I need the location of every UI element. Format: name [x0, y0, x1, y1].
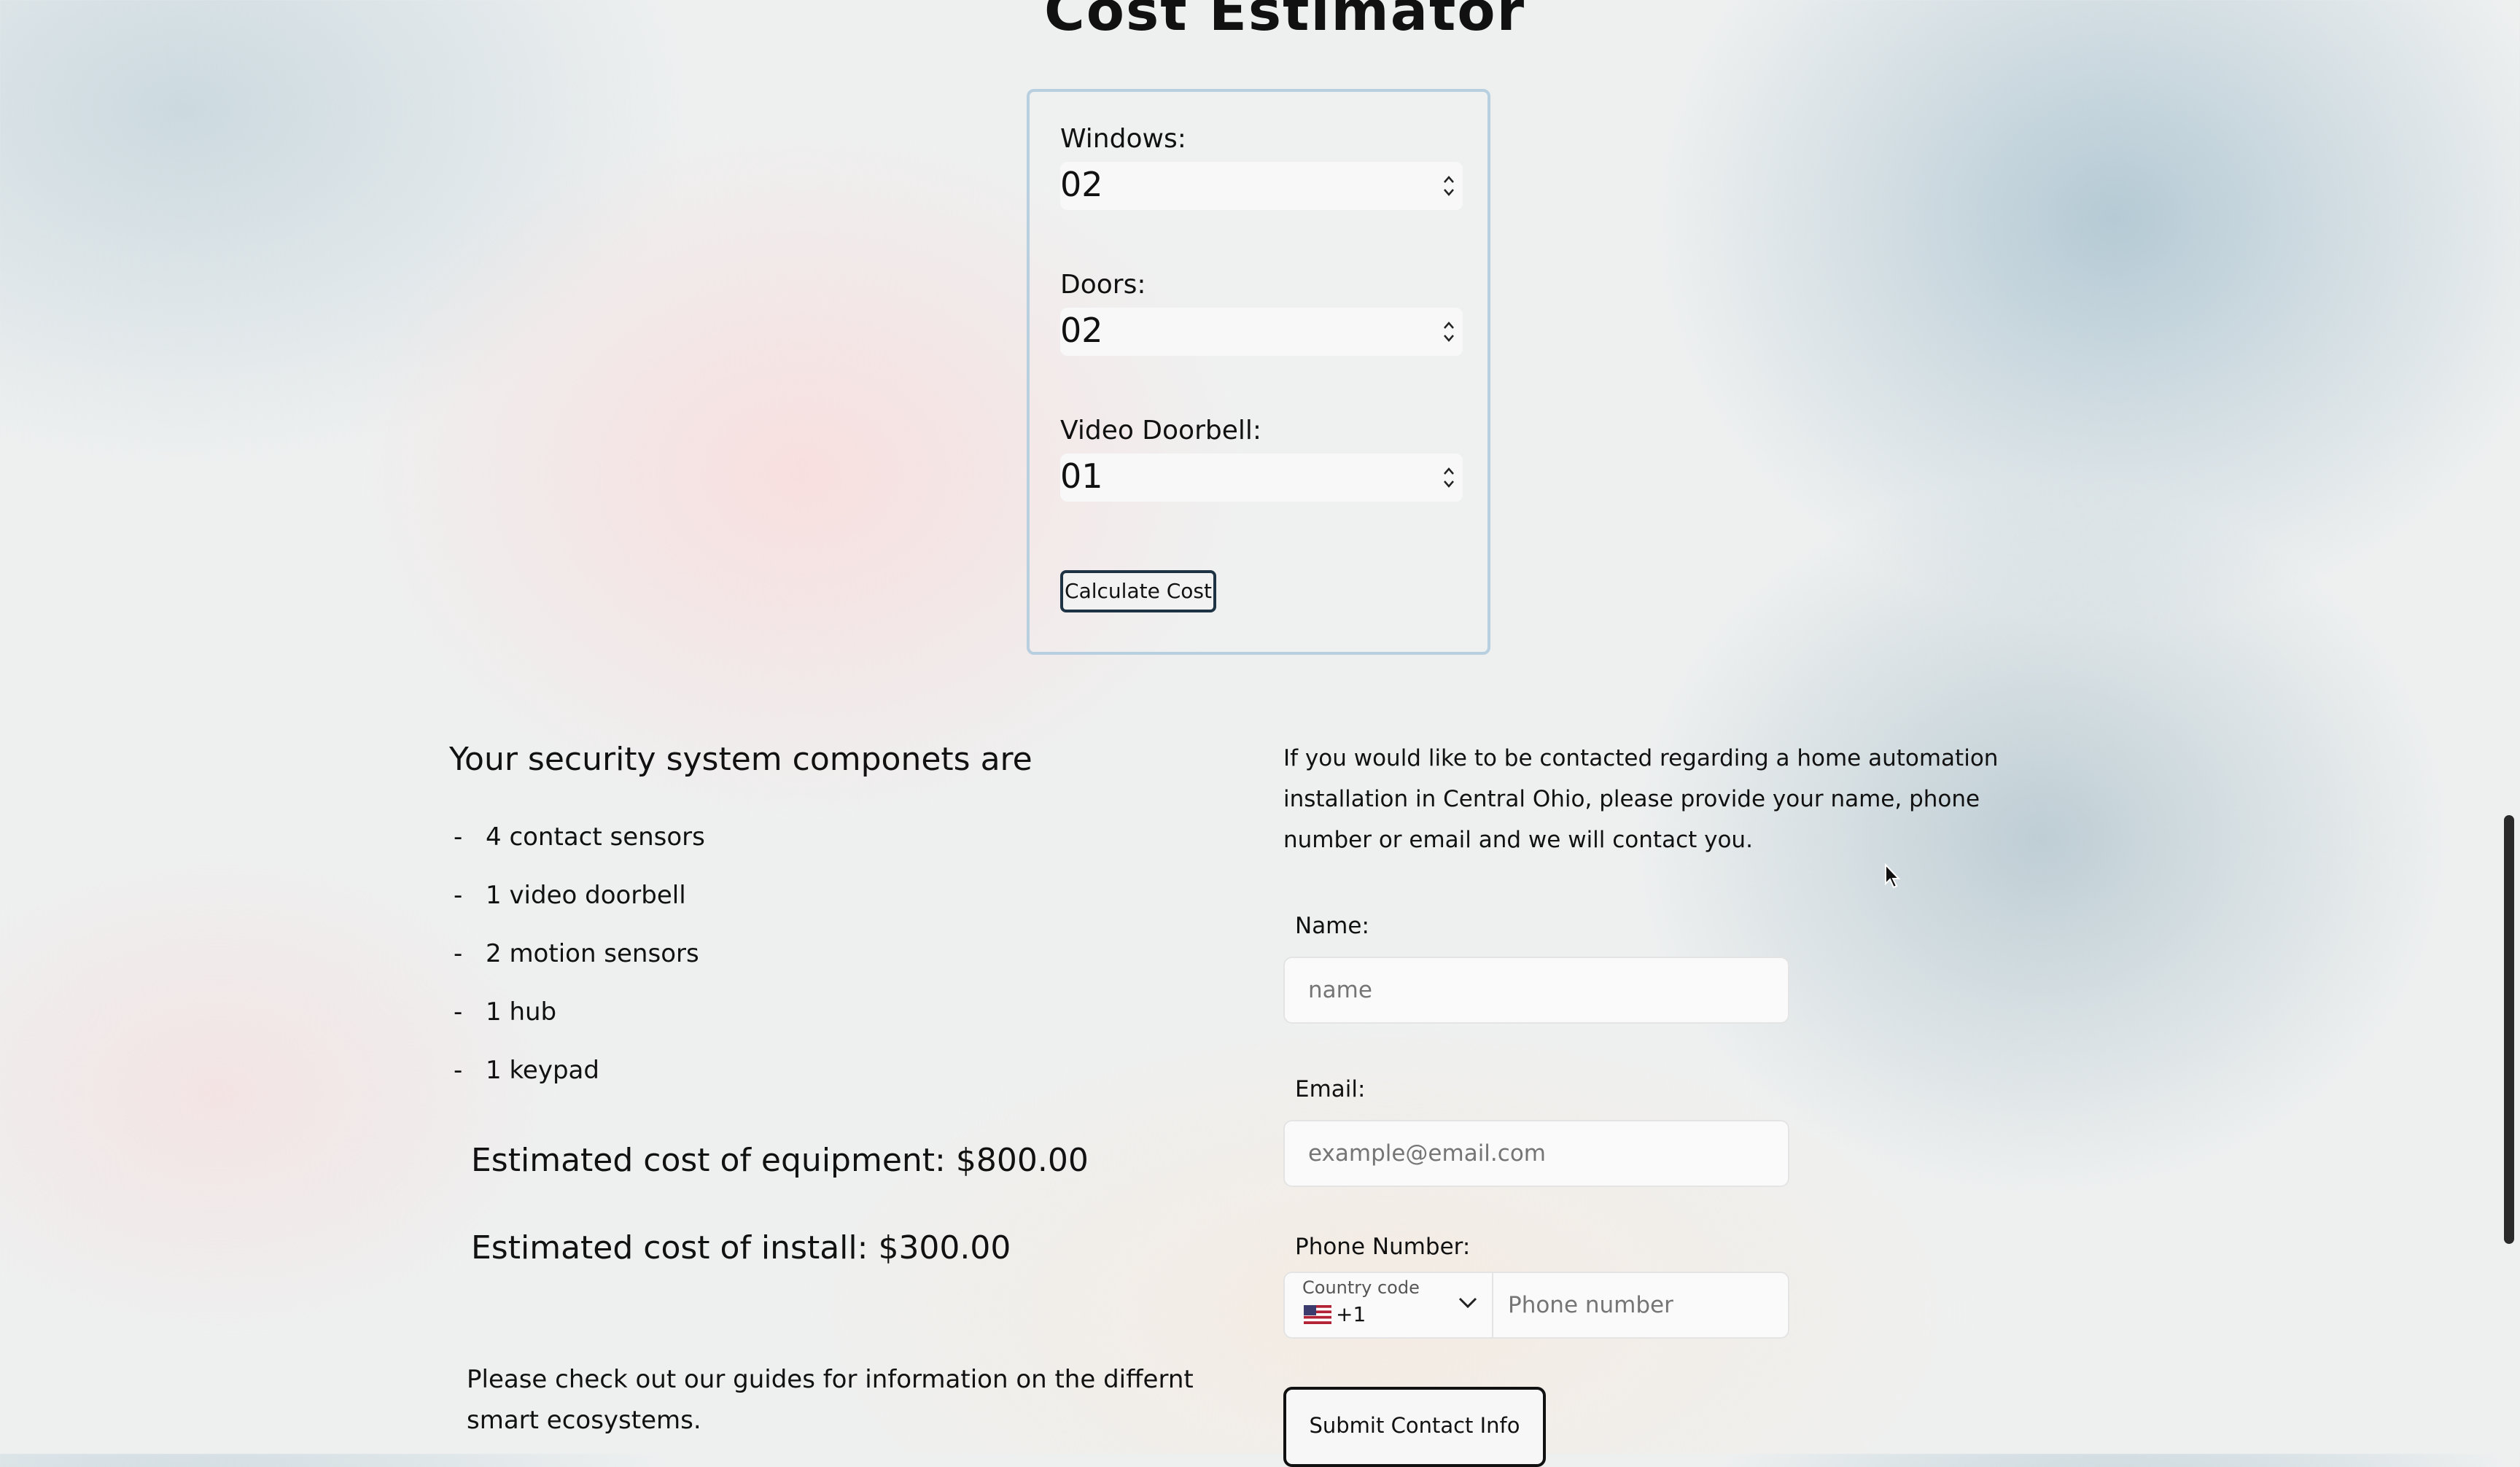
country-code-text: +1: [1336, 1302, 1366, 1326]
equipment-cost: Estimated cost of equipment: $800.00: [471, 1142, 1089, 1179]
submit-contact-button[interactable]: Submit Contact Info: [1283, 1387, 1546, 1467]
doors-label: Doors:: [1060, 270, 1146, 300]
video-doorbell-value: 01: [1060, 456, 1103, 496]
contact-intro: If you would like to be contacted regard…: [1283, 745, 1999, 853]
component-text: 1 keypad: [486, 1056, 599, 1085]
list-dash: -: [454, 822, 463, 852]
windows-label: Windows:: [1060, 124, 1186, 154]
email-field[interactable]: example@email.com: [1283, 1120, 1789, 1187]
country-code-select[interactable]: Country code +1: [1285, 1273, 1493, 1337]
spinner-arrows-icon[interactable]: [1439, 168, 1458, 204]
phone-number-input[interactable]: Phone number: [1508, 1292, 1673, 1318]
calculate-cost-button[interactable]: Calculate Cost: [1060, 570, 1216, 612]
component-text: 1 video doorbell: [486, 881, 686, 910]
email-placeholder: example@email.com: [1308, 1140, 1546, 1167]
name-placeholder: name: [1308, 977, 1372, 1003]
phone-input-group: Country code +1 Phone number: [1283, 1272, 1789, 1339]
windows-input[interactable]: 02: [1060, 162, 1463, 210]
components-heading: Your security system componets are: [449, 741, 1032, 778]
component-item: -1 video doorbell: [454, 881, 686, 910]
component-item: -4 contact sensors: [454, 822, 705, 852]
us-flag-icon: [1304, 1304, 1331, 1324]
list-dash: -: [454, 881, 463, 910]
country-code-caption: Country code: [1302, 1277, 1420, 1298]
estimator-card: Windows: 02 Doors: 02 Video Doorbell: 01…: [1027, 89, 1490, 655]
email-label: Email:: [1295, 1076, 1366, 1102]
spinner-arrows-icon[interactable]: [1439, 459, 1458, 496]
chevron-down-icon[interactable]: [1457, 1295, 1479, 1310]
install-cost: Estimated cost of install: $300.00: [471, 1229, 1011, 1266]
page-scrollbar[interactable]: [2504, 815, 2514, 1244]
component-text: 4 contact sensors: [486, 822, 705, 852]
doors-value: 02: [1060, 311, 1103, 350]
video-doorbell-input[interactable]: 01: [1060, 454, 1463, 502]
name-field[interactable]: name: [1283, 957, 1789, 1024]
spinner-arrows-icon[interactable]: [1439, 314, 1458, 350]
component-item: -2 motion sensors: [454, 939, 699, 968]
phone-label: Phone Number:: [1295, 1234, 1471, 1260]
name-label: Name:: [1295, 913, 1369, 939]
doors-input[interactable]: 02: [1060, 308, 1463, 356]
component-text: 1 hub: [486, 997, 557, 1027]
list-dash: -: [454, 939, 463, 968]
list-dash: -: [454, 997, 463, 1027]
video-doorbell-label: Video Doorbell:: [1060, 416, 1262, 445]
component-item: -1 hub: [454, 997, 556, 1027]
component-text: 2 motion sensors: [486, 939, 699, 968]
list-dash: -: [454, 1056, 463, 1085]
mouse-cursor-icon: [1885, 863, 1901, 889]
page-title: Cost Estimator: [1044, 0, 1526, 43]
component-item: -1 keypad: [454, 1056, 599, 1085]
windows-value: 02: [1060, 165, 1103, 204]
guide-text: Please check out our guides for informat…: [467, 1365, 1194, 1435]
country-code-value: +1: [1304, 1302, 1366, 1326]
